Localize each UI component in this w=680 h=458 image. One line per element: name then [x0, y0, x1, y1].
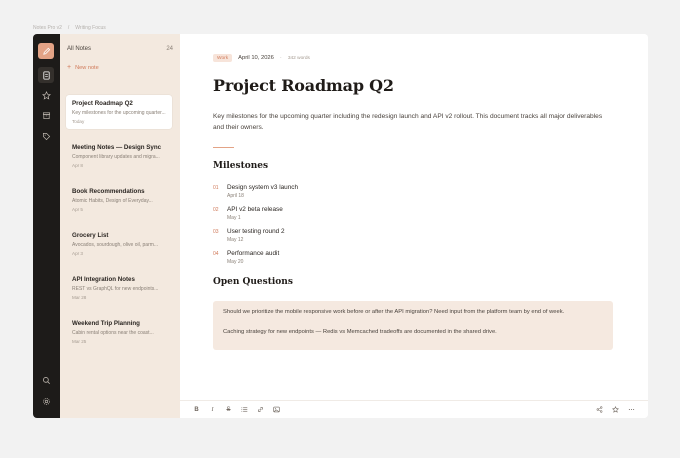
milestone-title: User testing round 2 — [227, 228, 285, 235]
note-preview: REST vs GraphQL for new endpoints... — [72, 286, 159, 292]
milestone-number: 03 — [213, 229, 219, 235]
milestone-number: 04 — [213, 251, 219, 257]
breadcrumb: Notes Pro v2 / Writing Focus — [33, 25, 106, 31]
note-heading[interactable]: Project Roadmap Q2 — [213, 76, 394, 95]
note-title: Book Recommendations — [72, 188, 145, 195]
notes-sidebar: All Notes 24 + New note Project Roadmap … — [60, 34, 180, 418]
note-title: Weekend Trip Planning — [72, 320, 140, 327]
note-preview: Key milestones for the upcoming quarter.… — [72, 110, 166, 116]
list-icon[interactable] — [240, 405, 249, 414]
note-date: Apr 8 — [72, 163, 83, 168]
bold-button[interactable]: B — [192, 405, 201, 414]
archive-icon[interactable] — [38, 107, 54, 123]
notes-count: 24 — [166, 46, 173, 52]
tag-icon[interactable] — [38, 128, 54, 144]
breadcrumb-page: Writing Focus — [75, 25, 106, 31]
icon-rail — [33, 34, 60, 418]
toolbar-actions — [595, 405, 636, 414]
note-date-label: April 10, 2026 — [238, 55, 274, 61]
note-item[interactable]: Meeting Notes — Design Sync Component li… — [66, 139, 172, 173]
milestone-item: 02 API v2 beta release May 1 — [213, 206, 283, 221]
italic-button[interactable]: I — [208, 405, 217, 414]
note-date: Apr 5 — [72, 207, 83, 212]
note-item[interactable]: Weekend Trip Planning Cabin rental optio… — [66, 315, 172, 349]
note-date: Today — [72, 119, 85, 124]
note-item[interactable]: Book Recommendations Atomic Habits, Desi… — [66, 183, 172, 217]
milestone-number: 01 — [213, 185, 219, 191]
breadcrumb-separator: / — [67, 25, 70, 31]
document-icon[interactable] — [38, 67, 54, 83]
milestone-date: May 12 — [227, 236, 244, 243]
milestone-item: 01 Design system v3 launch April 18 — [213, 184, 298, 199]
note-title: Grocery List — [72, 232, 109, 239]
milestone-title: Performance audit — [227, 250, 280, 257]
share-icon[interactable] — [595, 405, 604, 414]
note-preview: Component library updates and migra... — [72, 154, 160, 160]
breadcrumb-app: Notes Pro v2 — [33, 25, 62, 31]
note-preview: Atomic Habits, Design of Everyday... — [72, 198, 153, 204]
note-preview: Cabin rental options near the coast... — [72, 330, 154, 336]
strikethrough-button[interactable]: S — [224, 405, 233, 414]
notes-header: All Notes 24 — [67, 46, 173, 52]
accent-divider — [213, 147, 234, 148]
milestone-number: 02 — [213, 207, 219, 213]
plus-icon: + — [67, 64, 72, 71]
note-date: Mar 25 — [72, 339, 87, 344]
note-item[interactable]: Grocery List Avocados, sourdough, olive … — [66, 227, 172, 261]
note-date: Apr 3 — [72, 251, 83, 256]
note-title: Meeting Notes — Design Sync — [72, 144, 162, 151]
milestone-date: May 1 — [227, 214, 241, 221]
meta-separator: · — [279, 55, 282, 61]
category-tag[interactable]: Work — [213, 54, 233, 62]
milestone-item: 03 User testing round 2 May 12 — [213, 228, 285, 243]
app-window: All Notes 24 + New note Project Roadmap … — [33, 34, 648, 418]
question-text: Should we prioritize the mobile responsi… — [223, 309, 565, 315]
milestones-heading: Milestones — [213, 161, 269, 171]
question-text: Caching strategy for new endpoints — Red… — [223, 329, 497, 335]
note-item-selected[interactable]: Project Roadmap Q2 Key milestones for th… — [66, 95, 172, 129]
milestone-date: April 18 — [227, 192, 244, 199]
new-note-label: New note — [75, 65, 99, 71]
more-options-icon[interactable] — [627, 405, 636, 414]
milestone-title: Design system v3 launch — [227, 184, 299, 191]
image-icon[interactable] — [272, 405, 281, 414]
milestone-item: 04 Performance audit May 20 — [213, 250, 279, 265]
note-title: Project Roadmap Q2 — [72, 100, 133, 107]
note-intro[interactable]: Key milestones for the upcoming quarter … — [213, 111, 613, 133]
settings-icon[interactable] — [38, 393, 54, 409]
note-preview: Avocados, sourdough, olive oil, parm... — [72, 242, 159, 248]
word-count: 342 words — [287, 55, 310, 61]
note-title: API Integration Notes — [72, 276, 135, 283]
milestone-title: API v2 beta release — [227, 206, 283, 213]
pen-icon[interactable] — [38, 43, 54, 59]
milestone-date: May 20 — [227, 258, 244, 265]
star-icon[interactable] — [611, 405, 620, 414]
questions-callout[interactable]: Should we prioritize the mobile responsi… — [213, 301, 613, 350]
new-note-button[interactable]: + New note — [67, 64, 99, 71]
note-item[interactable]: API Integration Notes REST vs GraphQL fo… — [66, 271, 172, 305]
notes-title: All Notes — [67, 46, 92, 52]
note-meta: Work April 10, 2026 · 342 words — [213, 54, 310, 62]
link-icon[interactable] — [256, 405, 265, 414]
format-toolbar: B I S — [180, 400, 648, 418]
note-date: Mar 28 — [72, 295, 87, 300]
search-icon[interactable] — [38, 372, 54, 388]
star-icon[interactable] — [38, 87, 54, 103]
questions-heading: Open Questions — [213, 277, 293, 287]
editor-pane[interactable]: Work April 10, 2026 · 342 words Project … — [180, 34, 648, 418]
